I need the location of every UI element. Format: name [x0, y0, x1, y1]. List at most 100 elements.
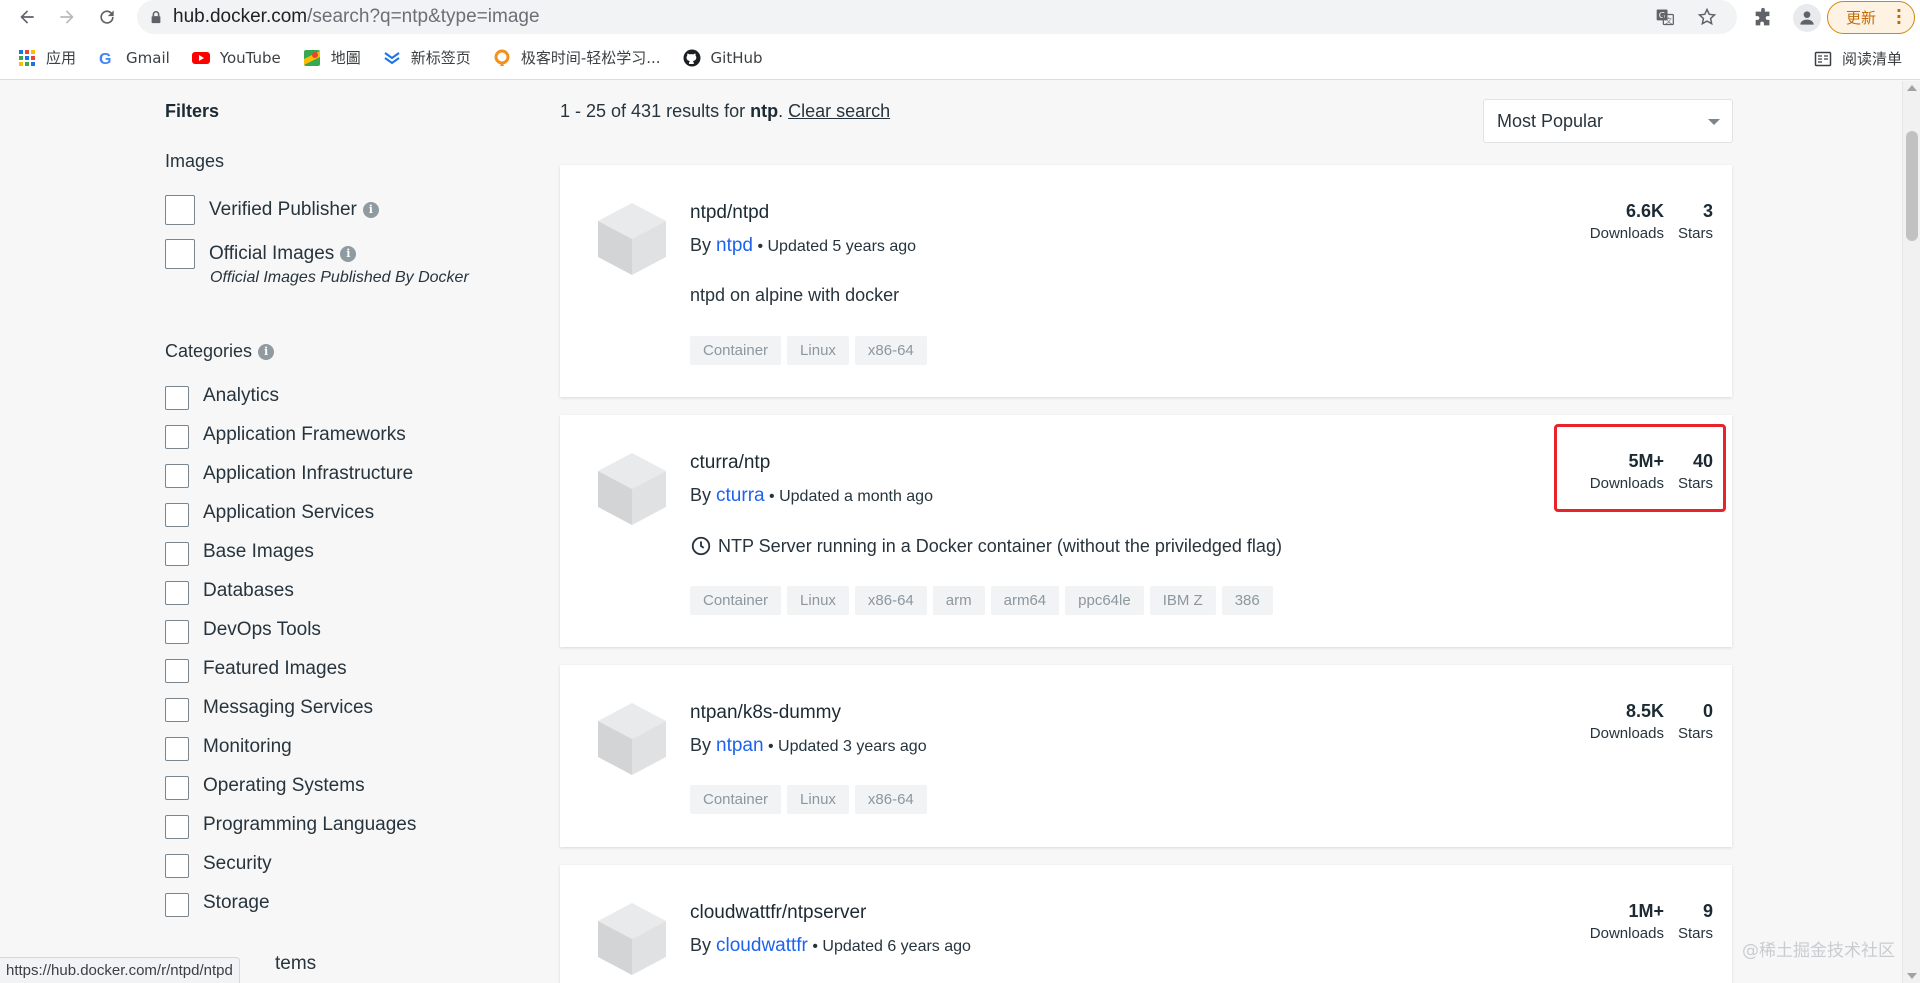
clear-search-link[interactable]: Clear search — [788, 101, 890, 121]
bookmark-newtab[interactable]: 新标签页 — [383, 47, 471, 68]
category-checkbox[interactable] — [165, 893, 189, 917]
highlight-box — [1554, 424, 1726, 512]
category-checkbox[interactable] — [165, 659, 189, 683]
category-label[interactable]: Databases — [203, 580, 294, 602]
category-checkbox[interactable] — [165, 464, 189, 488]
downloads-stat: 6.6K Downloads — [1590, 201, 1664, 242]
category-checkbox[interactable] — [165, 503, 189, 527]
category-label[interactable]: Operating Systems — [203, 775, 365, 797]
apps-grid-icon — [19, 49, 35, 66]
scroll-up-icon[interactable] — [1907, 85, 1917, 91]
lock-icon — [151, 11, 161, 24]
category-label[interactable]: Programming Languages — [203, 814, 416, 836]
bookmark-youtube[interactable]: YouTube — [191, 49, 281, 67]
clock-icon — [691, 536, 711, 556]
bookmark-gmail[interactable]: G Gmail — [98, 49, 170, 67]
repo-name[interactable]: ntpd/ntpd — [690, 202, 769, 224]
repo-name[interactable]: cloudwattfr/ntpserver — [690, 902, 866, 924]
category-label[interactable]: Application Frameworks — [203, 424, 406, 446]
scroll-down-icon[interactable] — [1907, 973, 1917, 979]
publisher-link[interactable]: ntpan — [716, 735, 764, 756]
back-button[interactable] — [12, 2, 42, 32]
scroll-thumb[interactable] — [1906, 131, 1918, 241]
update-button[interactable]: 更新 · · · — [1827, 1, 1915, 34]
info-icon[interactable]: i — [258, 343, 275, 360]
downloads-label: Downloads — [1589, 725, 1664, 742]
category-label[interactable]: Storage — [203, 892, 270, 914]
category-label[interactable]: Application Services — [203, 502, 374, 524]
sort-dropdown[interactable]: Most Popular — [1483, 99, 1733, 143]
category-checkbox[interactable] — [165, 815, 189, 839]
official-images-text: Official Images — [209, 243, 335, 264]
tag: Linux — [787, 336, 849, 365]
tag: IBM Z — [1149, 586, 1216, 615]
info-icon[interactable]: i — [362, 202, 379, 218]
result-card[interactable]: ntpan/k8s-dummy By ntpan • Updated 3 yea… — [560, 665, 1732, 847]
profile-avatar[interactable] — [1793, 4, 1821, 32]
category-checkbox[interactable] — [165, 425, 189, 449]
result-card[interactable]: cloudwattfr/ntpserver By cloudwattfr • U… — [560, 865, 1732, 983]
category-label[interactable]: DevOps Tools — [203, 619, 321, 641]
results-summary: 1 - 25 of 431 results for ntp. Clear sea… — [560, 101, 891, 121]
sort-value: Most Popular — [1497, 110, 1604, 131]
reload-button[interactable] — [92, 2, 122, 32]
downloads-count: 6.6K — [1625, 201, 1664, 221]
address-bar[interactable]: hub.docker.com/search?q=ntp&type=image G… — [137, 0, 1737, 34]
category-label[interactable]: Analytics — [203, 385, 279, 407]
repo-name[interactable]: cturra/ntp — [690, 452, 770, 474]
tag: ppc64le — [1065, 586, 1144, 615]
svg-text:G: G — [99, 51, 111, 67]
category-label[interactable]: Base Images — [203, 541, 314, 563]
verified-publisher-label[interactable]: Verified Publisher i — [209, 199, 379, 221]
bookmark-label: Gmail — [126, 48, 170, 67]
bookmark-apps[interactable]: 应用 — [18, 47, 76, 68]
tag: Container — [690, 785, 782, 814]
category-label[interactable]: Security — [203, 853, 272, 875]
category-label[interactable]: Messaging Services — [203, 697, 373, 719]
official-images-label[interactable]: Official Images i — [209, 243, 357, 265]
person-icon — [1800, 11, 1814, 25]
repo-description: NTP Server running in a Docker container… — [690, 535, 1282, 557]
info-icon[interactable]: i — [340, 246, 357, 262]
category-checkbox[interactable] — [165, 854, 189, 878]
by-label: By — [690, 235, 717, 255]
category-checkbox[interactable] — [165, 542, 189, 566]
category-checkbox[interactable] — [165, 776, 189, 800]
bookmark-github[interactable]: GitHub — [683, 49, 763, 67]
category-label[interactable]: Monitoring — [203, 736, 292, 758]
category-checkbox[interactable] — [165, 698, 189, 722]
tag-list: Container Linux x86-64 — [690, 785, 927, 814]
publisher-link[interactable]: ntpd — [716, 235, 753, 256]
reading-list-button[interactable]: 阅读清单 — [1814, 48, 1902, 69]
stars-label: Stars — [1677, 225, 1713, 242]
tag: Container — [690, 586, 782, 615]
publisher-link[interactable]: cloudwattfr — [716, 935, 808, 956]
category-checkbox[interactable] — [165, 581, 189, 605]
translate-icon[interactable]: G文 — [1655, 7, 1675, 27]
category-checkbox[interactable] — [165, 737, 189, 761]
verified-publisher-checkbox[interactable] — [165, 195, 195, 225]
publisher-link[interactable]: cturra — [716, 485, 765, 506]
page-scrollbar[interactable] — [1902, 81, 1920, 983]
bookmark-maps[interactable]: 地圖 — [303, 47, 361, 68]
category-label[interactable]: Featured Images — [203, 658, 347, 680]
stars-stat: 3 Stars — [1678, 201, 1713, 242]
updated-text: • Updated 3 years ago — [763, 738, 927, 755]
category-checkbox[interactable] — [165, 386, 189, 410]
star-icon[interactable] — [1697, 7, 1717, 27]
bookmark-label: 地圖 — [330, 49, 361, 67]
forward-button[interactable] — [52, 2, 82, 32]
stars-count: 9 — [1702, 901, 1713, 921]
stars-label: Stars — [1677, 725, 1713, 742]
repo-name[interactable]: ntpan/k8s-dummy — [690, 702, 841, 724]
category-label[interactable]: Application Infrastructure — [203, 463, 413, 485]
watermark: @稀土掘金技术社区 — [1742, 941, 1895, 961]
more-vert-icon: · · · — [1895, 1, 1902, 32]
tag-list: Container Linux x86-64 — [690, 336, 927, 365]
stars-label: Stars — [1677, 925, 1713, 942]
bookmark-geektime[interactable]: 极客时间-轻松学习... — [493, 47, 661, 68]
puzzle-icon[interactable] — [1752, 7, 1774, 29]
official-images-checkbox[interactable] — [165, 239, 195, 269]
category-checkbox[interactable] — [165, 620, 189, 644]
result-card[interactable]: ntpd/ntpd By ntpd • Updated 5 years ago … — [560, 165, 1732, 397]
